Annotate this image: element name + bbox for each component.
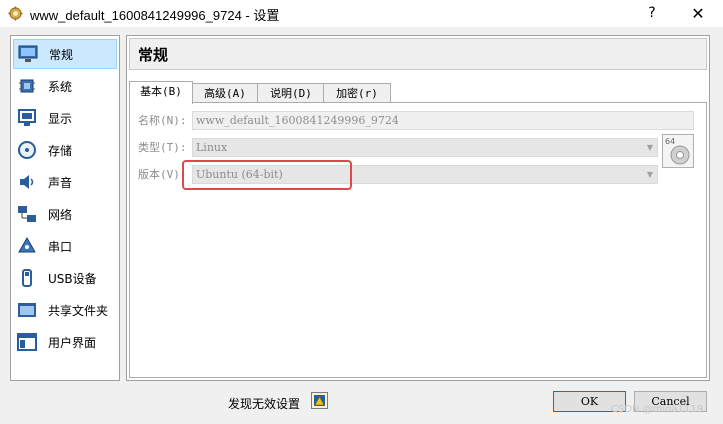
sidebar-item-storage[interactable]: 存储	[13, 135, 117, 165]
chevron-down-icon: ▼	[646, 170, 653, 179]
sidebar-item-system[interactable]: 系统	[13, 71, 117, 101]
sidebar-item-audio[interactable]: 声音	[13, 167, 117, 197]
sidebar-item-label: 串口	[48, 239, 73, 254]
app-gear-icon	[8, 6, 23, 21]
sidebar-item-label: 声音	[48, 175, 73, 190]
user-interface-icon	[16, 331, 38, 353]
display-icon	[16, 107, 38, 129]
title-bar: www_default_1600841249996_9724 - 设置 ? ✕	[0, 0, 723, 27]
basic-tab-panel: 名称(N): www_default_1600841249996_9724 类型…	[129, 102, 707, 378]
section-header: 常规	[129, 38, 707, 70]
version-label: 版本(V):	[138, 168, 187, 181]
tab-advanced[interactable]: 高级(A)	[191, 83, 259, 103]
settings-sidebar: 常规 系统 显示 存储 声音 网络 串口 USB设备 共享文件夹 用户界面	[10, 35, 120, 381]
sidebar-item-label: 网络	[48, 207, 73, 222]
sidebar-item-label: 用户界面	[48, 335, 97, 350]
tab-basic[interactable]: 基本(B)	[129, 81, 193, 104]
network-icon	[16, 203, 38, 225]
sidebar-item-label: 显示	[48, 111, 73, 126]
warning-icon[interactable]	[311, 392, 328, 409]
settings-main-panel: 常规 基本(B) 高级(A) 说明(D) 加密(r) 名称(N): www_de…	[126, 35, 710, 381]
os-type-icon: 64	[662, 134, 694, 168]
speaker-icon	[16, 171, 38, 193]
type-label: 类型(T):	[138, 141, 187, 154]
sidebar-item-shared-folders[interactable]: 共享文件夹	[13, 295, 117, 325]
storage-disk-icon	[16, 139, 38, 161]
sidebar-item-label: 系统	[48, 79, 73, 94]
chip-icon	[16, 75, 38, 97]
monitor-general-icon	[17, 43, 39, 65]
sidebar-item-label: 存储	[48, 143, 73, 158]
chevron-down-icon: ▼	[646, 143, 653, 152]
page-title: 常规	[138, 46, 169, 64]
usb-icon	[16, 267, 38, 289]
name-label: 名称(N):	[138, 114, 187, 127]
sidebar-item-label: USB设备	[48, 271, 97, 286]
type-select[interactable]: Linux ▼	[192, 138, 658, 157]
os-badge-text: 64	[665, 137, 675, 146]
sidebar-item-label: 常规	[49, 47, 74, 62]
watermark: CSDN @mina1119	[611, 404, 704, 415]
version-select[interactable]: Ubuntu (64-bit) ▼	[192, 165, 658, 184]
name-field[interactable]: www_default_1600841249996_9724	[192, 111, 694, 130]
shared-folder-icon	[16, 299, 38, 321]
type-select-value: Linux	[196, 141, 228, 154]
sidebar-item-label: 共享文件夹	[48, 303, 109, 318]
tab-description[interactable]: 说明(D)	[257, 83, 325, 103]
version-select-value: Ubuntu (64-bit)	[196, 168, 283, 181]
tab-encryption[interactable]: 加密(r)	[323, 83, 391, 103]
help-button[interactable]: ?	[632, 0, 672, 27]
serial-port-icon	[16, 235, 38, 257]
close-button[interactable]: ✕	[678, 0, 718, 27]
sidebar-item-general[interactable]: 常规	[13, 39, 117, 69]
sidebar-item-display[interactable]: 显示	[13, 103, 117, 133]
sidebar-item-network[interactable]: 网络	[13, 199, 117, 229]
sidebar-item-serial[interactable]: 串口	[13, 231, 117, 261]
invalid-settings-label: 发现无效设置	[228, 397, 301, 411]
window-title: www_default_1600841249996_9724 - 设置	[30, 8, 280, 23]
sidebar-item-usb[interactable]: USB设备	[13, 263, 117, 293]
sidebar-item-user-interface[interactable]: 用户界面	[13, 327, 117, 357]
